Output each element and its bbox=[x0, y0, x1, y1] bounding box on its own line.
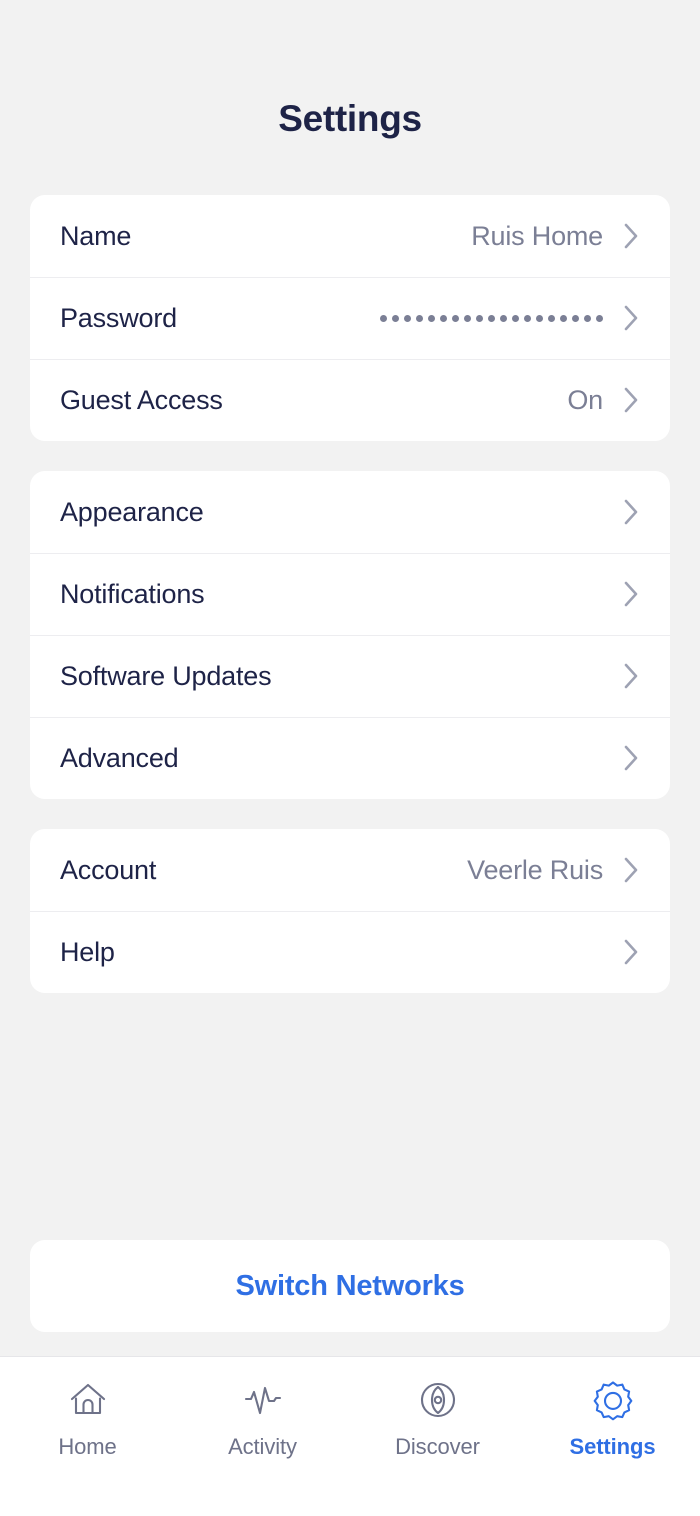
tab-label: Discover bbox=[395, 1434, 480, 1459]
chevron-right-icon bbox=[624, 223, 638, 249]
row-trailing: On bbox=[567, 385, 640, 416]
settings-row-guest-access[interactable]: Guest Access On bbox=[30, 359, 670, 441]
row-trailing: Ruis Home bbox=[471, 221, 640, 252]
row-label: Help bbox=[60, 936, 115, 967]
row-label: Software Updates bbox=[60, 660, 272, 691]
row-value: On bbox=[567, 384, 603, 415]
settings-row-notifications[interactable]: Notifications bbox=[30, 553, 670, 635]
chevron-right-icon bbox=[624, 745, 638, 771]
activity-icon bbox=[244, 1386, 281, 1415]
row-label: Advanced bbox=[60, 742, 179, 773]
settings-row-advanced[interactable]: Advanced bbox=[30, 717, 670, 799]
settings-row-appearance[interactable]: Appearance bbox=[30, 471, 670, 553]
tab-home[interactable]: Home bbox=[0, 1357, 175, 1516]
home-icon bbox=[70, 1383, 105, 1415]
chevron-right-icon bbox=[624, 499, 638, 525]
tab-settings[interactable]: Settings bbox=[525, 1357, 700, 1516]
settings-screen: Settings Name Ruis Home Password Guest A… bbox=[0, 0, 700, 1516]
password-masked-value bbox=[380, 305, 603, 332]
settings-row-password[interactable]: Password bbox=[30, 277, 670, 359]
row-trailing bbox=[623, 662, 640, 690]
row-label: Appearance bbox=[60, 496, 204, 527]
settings-group-account: Account Veerle Ruis Help bbox=[30, 829, 670, 993]
row-trailing bbox=[623, 498, 640, 526]
row-label: Guest Access bbox=[60, 384, 223, 415]
row-trailing bbox=[623, 938, 640, 966]
row-label: Notifications bbox=[60, 578, 205, 609]
compass-icon bbox=[420, 1382, 455, 1418]
tab-label: Settings bbox=[569, 1434, 656, 1459]
settings-row-help[interactable]: Help bbox=[30, 911, 670, 993]
chevron-right-icon bbox=[624, 581, 638, 607]
chevron-right-icon bbox=[624, 387, 638, 413]
row-value: Ruis Home bbox=[471, 220, 603, 251]
switch-networks-label: Switch Networks bbox=[235, 1269, 465, 1302]
row-trailing bbox=[623, 744, 640, 772]
tab-label: Home bbox=[58, 1434, 117, 1459]
page-title: Settings bbox=[278, 98, 422, 139]
bottom-tab-bar: Home Activity Discover Settings bbox=[0, 1356, 700, 1516]
chevron-right-icon bbox=[624, 939, 638, 965]
chevron-right-icon bbox=[624, 305, 638, 331]
gear-icon bbox=[593, 1381, 632, 1421]
switch-networks-button[interactable]: Switch Networks bbox=[30, 1240, 670, 1332]
row-label: Account bbox=[60, 854, 157, 885]
chevron-right-icon bbox=[624, 857, 638, 883]
row-trailing bbox=[380, 304, 640, 332]
settings-group-network: Name Ruis Home Password Guest Access On bbox=[30, 195, 670, 441]
row-trailing bbox=[623, 580, 640, 608]
settings-row-software-updates[interactable]: Software Updates bbox=[30, 635, 670, 717]
settings-row-account[interactable]: Account Veerle Ruis bbox=[30, 829, 670, 911]
chevron-right-icon bbox=[624, 663, 638, 689]
row-label: Password bbox=[60, 302, 177, 333]
row-value: Veerle Ruis bbox=[467, 854, 603, 885]
tab-label: Activity bbox=[228, 1434, 297, 1459]
tab-activity[interactable]: Activity bbox=[175, 1357, 350, 1516]
tab-discover[interactable]: Discover bbox=[350, 1357, 525, 1516]
settings-group-preferences: Appearance Notifications Software Update… bbox=[30, 471, 670, 799]
settings-row-name[interactable]: Name Ruis Home bbox=[30, 195, 670, 277]
row-trailing: Veerle Ruis bbox=[467, 855, 640, 886]
row-label: Name bbox=[60, 220, 132, 251]
